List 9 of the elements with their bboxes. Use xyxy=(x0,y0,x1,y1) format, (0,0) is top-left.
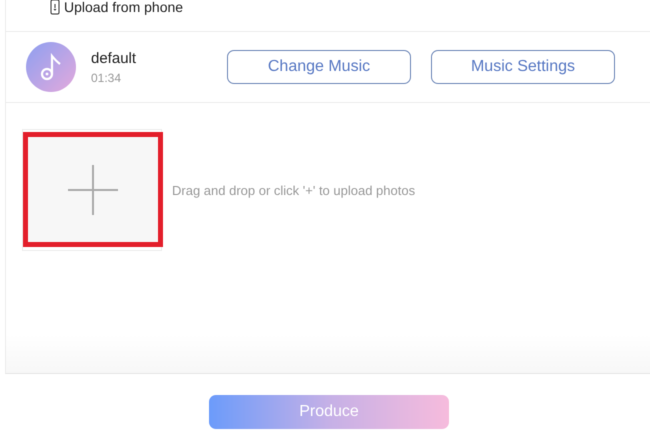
music-settings-button[interactable]: Music Settings xyxy=(431,50,615,84)
change-music-button[interactable]: Change Music xyxy=(227,50,411,84)
upload-from-phone-link[interactable]: Upload from phone xyxy=(50,0,184,15)
music-duration: 01:34 xyxy=(91,70,122,84)
music-title: default xyxy=(91,50,138,66)
plus-icon xyxy=(68,164,118,214)
upload-hint: Drag and drop or click '+' to upload photos xyxy=(172,183,416,198)
music-note-icon xyxy=(40,53,62,81)
phone-icon xyxy=(50,0,60,15)
